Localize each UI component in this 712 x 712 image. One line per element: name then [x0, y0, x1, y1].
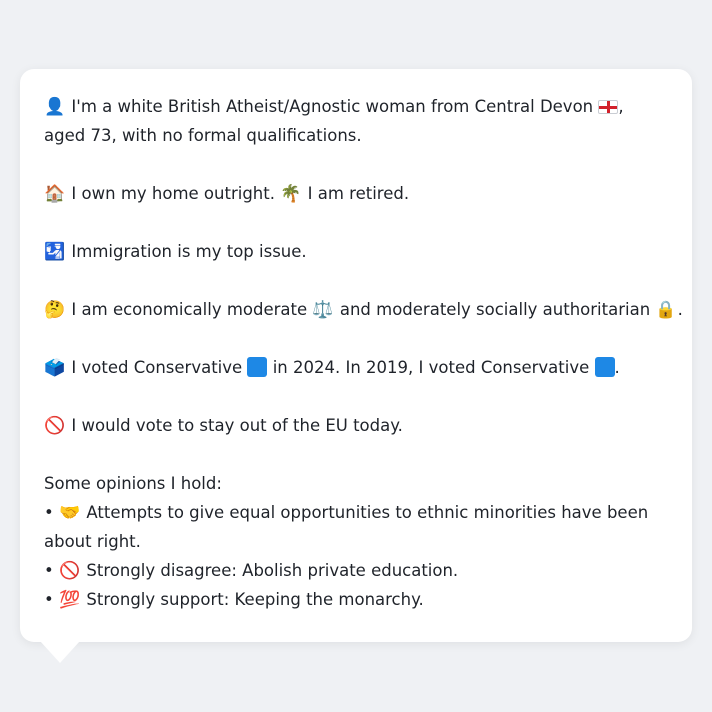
- votes-text-mid: in 2024. In 2019, I voted Conservative: [272, 358, 590, 377]
- votes-end: .: [614, 358, 620, 377]
- opinion-text: Strongly disagree: Abolish private educa…: [86, 561, 459, 580]
- handshake-icon: 🤝: [58, 503, 81, 523]
- issue-text: Immigration is my top issue.: [71, 242, 307, 261]
- ideology-end: .: [677, 300, 683, 319]
- identity-text: I'm a white British Atheist/Agnostic wom…: [71, 97, 594, 116]
- votes-text-2024: I voted Conservative: [71, 358, 243, 377]
- home-text: I own my home outright.: [71, 184, 275, 203]
- opinion-item: • 💯 Strongly support: Keeping the monarc…: [44, 585, 668, 614]
- house-icon: 🏠: [44, 184, 66, 204]
- opinion-item: • 🚫 Strongly disagree: Abolish private e…: [44, 556, 668, 585]
- opinion-text: Strongly support: Keeping the monarchy.: [86, 590, 424, 609]
- home-line: 🏠 I own my home outright. 🌴 I am retired…: [44, 179, 668, 208]
- speech-bubble-tail: [40, 641, 80, 663]
- ballot-box-icon: 🗳️: [44, 358, 66, 378]
- bullet: •: [44, 590, 54, 609]
- bust-in-silhouette-icon: 👤: [44, 97, 66, 117]
- prohibited-icon: 🚫: [44, 416, 66, 436]
- immigration-icon: 🛂: [44, 242, 66, 262]
- bullet: •: [44, 503, 54, 522]
- lock-icon: 🔒: [655, 300, 677, 320]
- opinions-heading: Some opinions I hold:: [44, 474, 222, 493]
- profile-card: 👤 I'm a white British Atheist/Agnostic w…: [20, 69, 692, 642]
- ideology-social-text: and moderately socially authoritarian: [339, 300, 651, 319]
- identity-line: 👤 I'm a white British Atheist/Agnostic w…: [44, 92, 668, 150]
- opinion-text: Attempts to give equal opportunities to …: [44, 503, 649, 551]
- thinking-face-icon: 🤔: [44, 300, 66, 320]
- opinion-item: • 🤝 Attempts to give equal opportunities…: [44, 498, 668, 556]
- votes-line: 🗳️ I voted Conservative in 2024. In 2019…: [44, 353, 668, 382]
- england-flag-icon: [598, 100, 619, 114]
- conservative-square-icon: [247, 357, 268, 377]
- palm-tree-icon: 🌴: [280, 184, 302, 204]
- eu-line: 🚫 I would vote to stay out of the EU tod…: [44, 411, 668, 440]
- conservative-square-icon: [594, 357, 615, 377]
- ideology-line: 🤔 I am economically moderate ⚖️ and mode…: [44, 295, 683, 324]
- prohibited-icon: 🚫: [58, 561, 81, 581]
- issue-line: 🛂 Immigration is my top issue.: [44, 237, 668, 266]
- hundred-points-icon: 💯: [58, 590, 81, 610]
- eu-text: I would vote to stay out of the EU today…: [71, 416, 403, 435]
- ideology-econ-text: I am economically moderate: [71, 300, 308, 319]
- balance-scale-icon: ⚖️: [312, 300, 334, 320]
- retired-text: I am retired.: [307, 184, 410, 203]
- bullet: •: [44, 561, 54, 580]
